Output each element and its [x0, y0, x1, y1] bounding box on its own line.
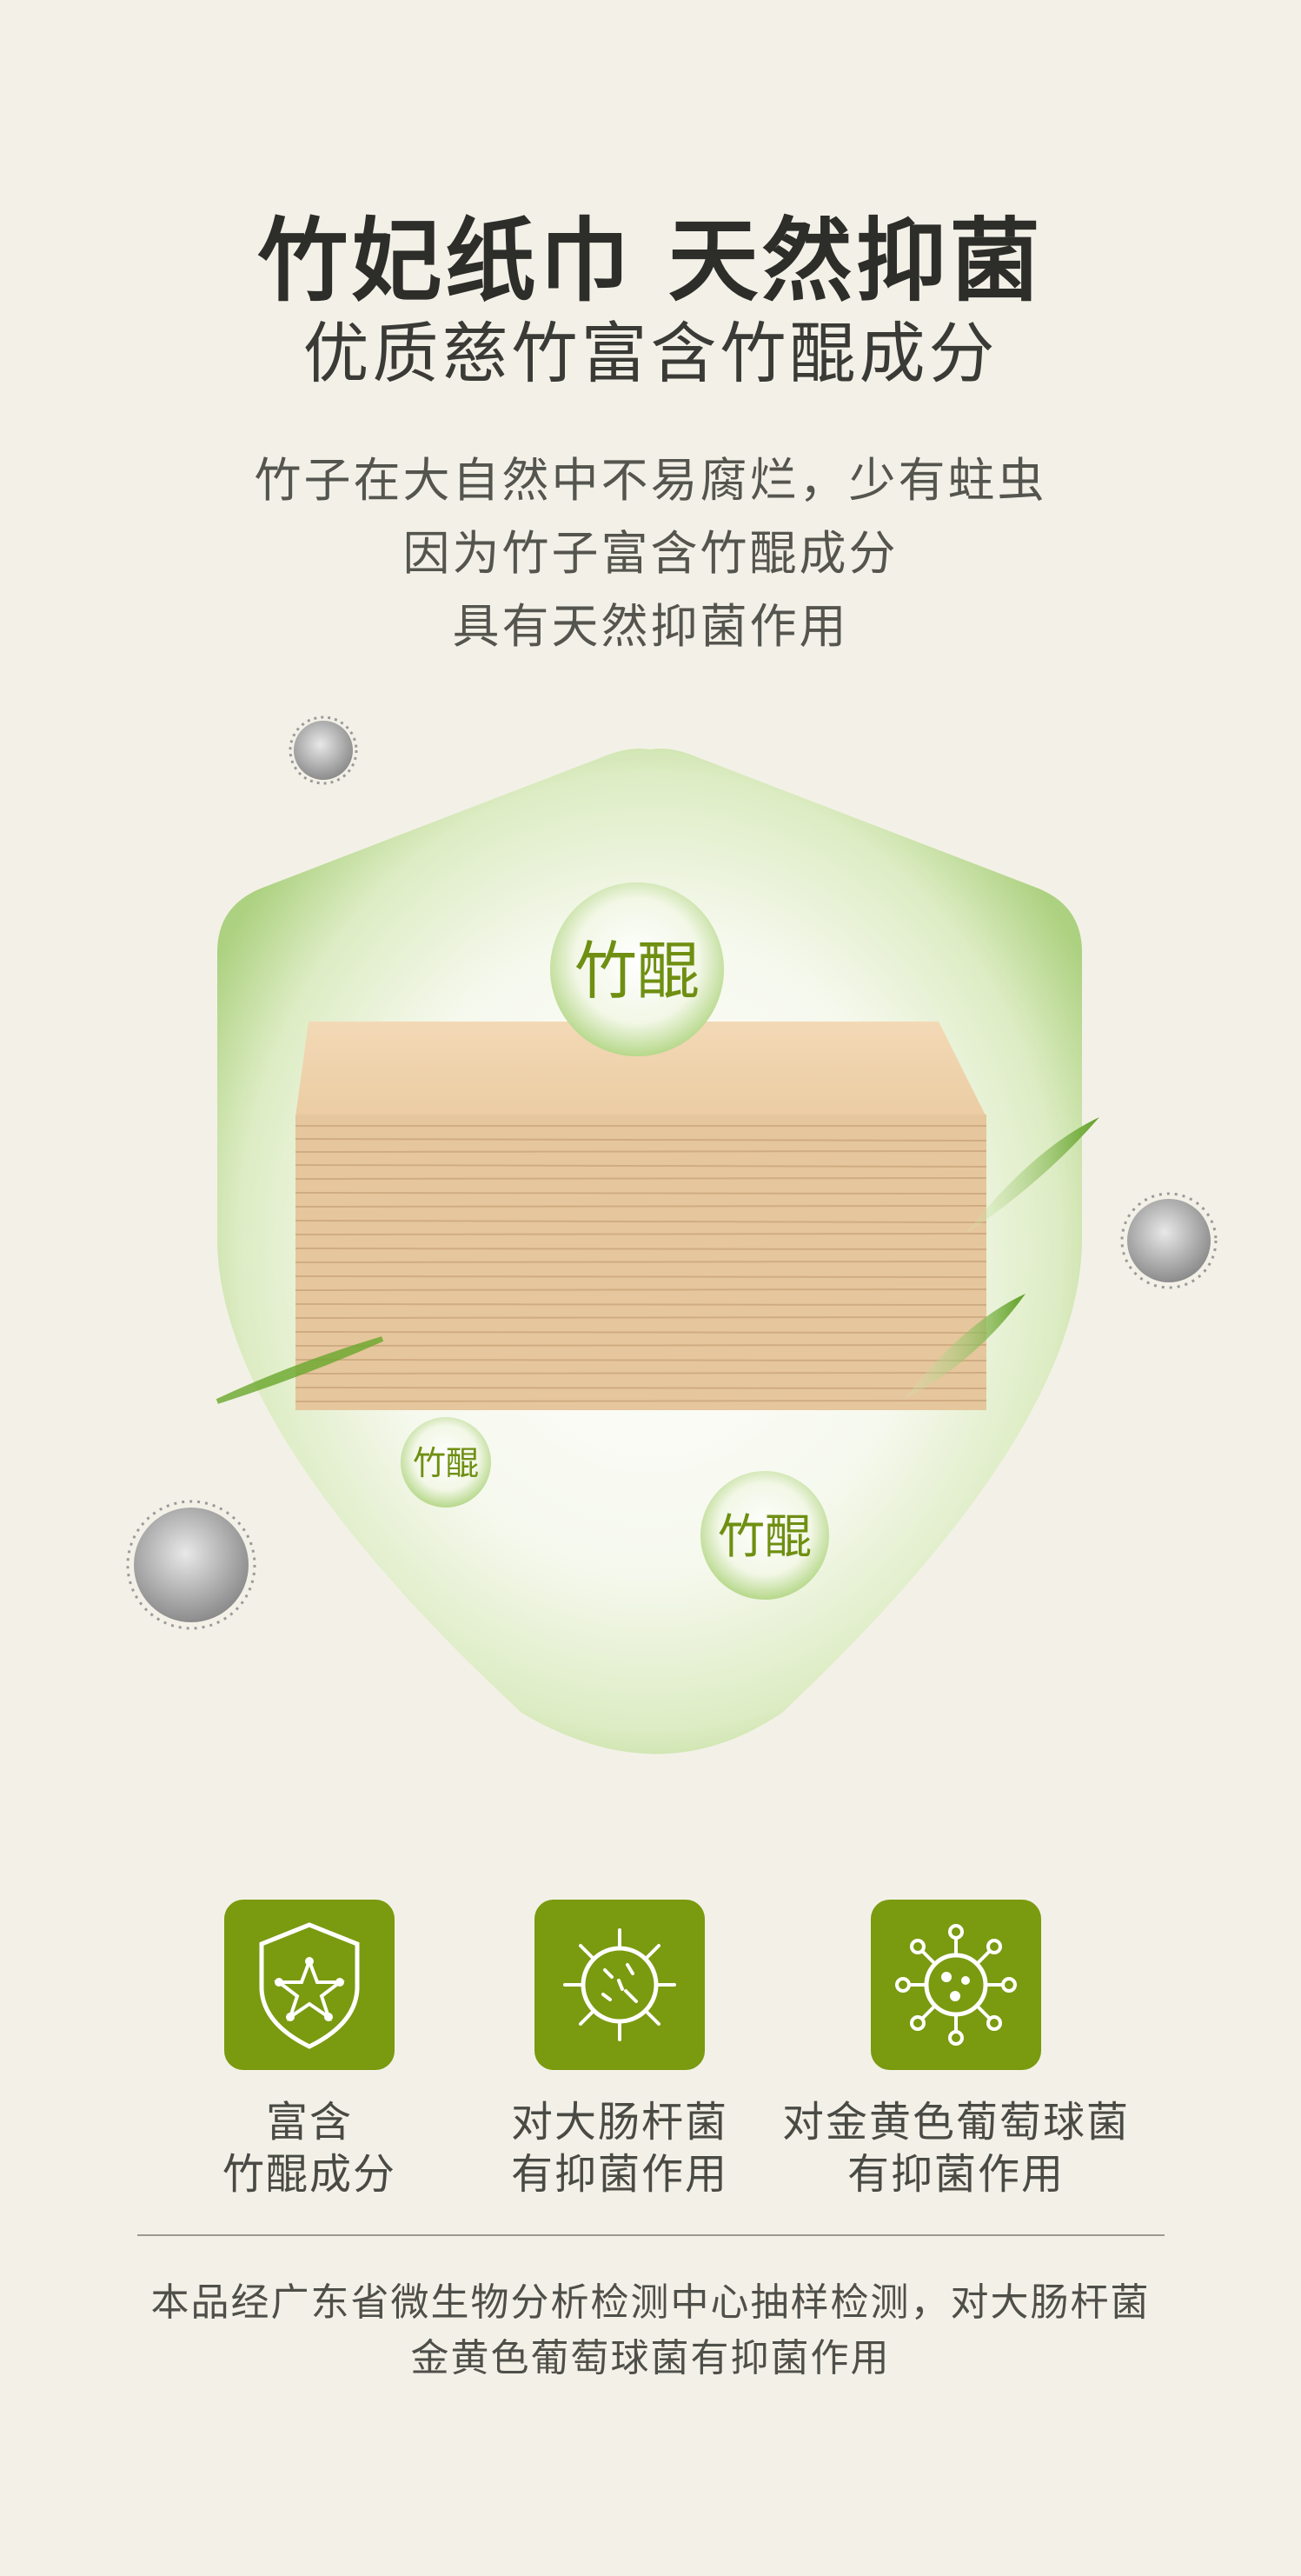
quinone-bubble-small-label: 竹醌: [413, 1444, 479, 1482]
feature-e-coli: 对大肠杆菌 有抑菌作用: [428, 1900, 811, 2200]
virus-particle: [289, 716, 358, 785]
bacteria-icon: [563, 1928, 676, 2041]
page-title: 竹妃纸巾 天然抑菌: [257, 208, 1044, 314]
quinone-bubble-medium-label: 竹醌: [718, 1509, 812, 1564]
tissue-stack: [295, 1022, 987, 1410]
intro-line-3: 具有天然抑菌作用: [452, 599, 849, 654]
feature-label-line2: 有抑菌作用: [510, 2150, 728, 2199]
feature-label-line2: 有抑菌作用: [846, 2150, 1065, 2199]
shield-star-icon: [259, 1922, 360, 2049]
footnote-line-2: 金黄色葡萄球菌有抑菌作用: [410, 2336, 891, 2380]
divider: [137, 2234, 1165, 2236]
intro-line-2: 因为竹子富含竹醌成分: [402, 526, 899, 581]
feature-label-line1: 对大肠杆菌: [510, 2098, 728, 2147]
feature-tile: [871, 1900, 1041, 2070]
virus-icon: [895, 1924, 1017, 2046]
footnote-line-1: 本品经广东省微生物分析检测中心抽样检测，对大肠杆菌: [150, 2280, 1151, 2325]
feature-tile: [224, 1900, 395, 2070]
intro-line-1: 竹子在大自然中不易腐烂，少有蛀虫: [254, 453, 1047, 508]
virus-particle: [1120, 1192, 1218, 1289]
feature-label-line1: 对金黄色葡萄球菌: [781, 2098, 1130, 2147]
feature-tile: [534, 1900, 705, 2070]
page-subtitle: 优质慈竹富含竹醌成分: [302, 315, 999, 392]
virus-particle: [126, 1500, 256, 1630]
quinone-bubble-large-label: 竹醌: [574, 935, 700, 1008]
feature-staph: 对金黄色葡萄球菌 有抑菌作用: [765, 1900, 1147, 2200]
shield-illustration: 竹醌 竹醌 竹醌: [126, 716, 1218, 1754]
